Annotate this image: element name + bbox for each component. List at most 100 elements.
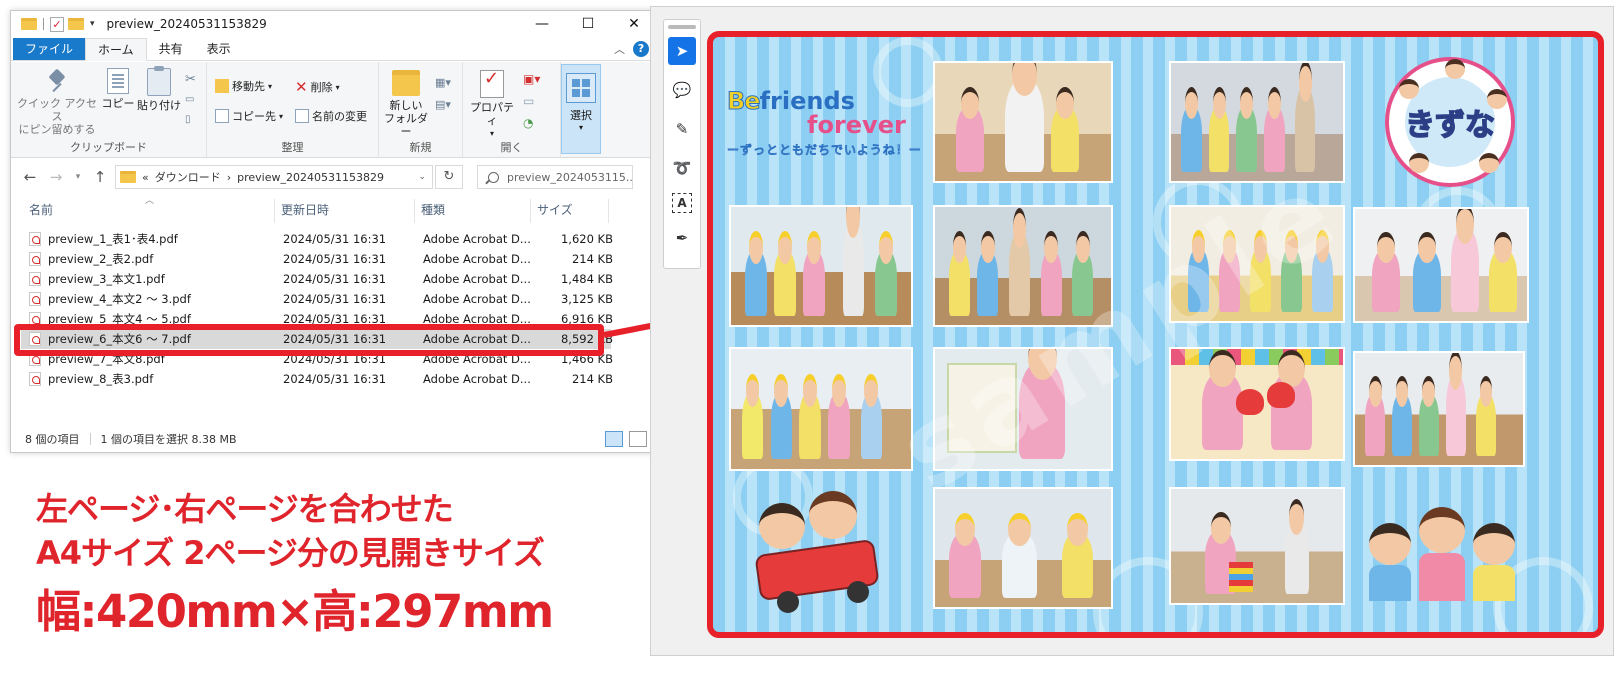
search-input[interactable]: preview_2024053115... <box>477 165 633 189</box>
new-folder-label-line1: 新しい <box>389 99 423 112</box>
copy-path-icon[interactable]: ▭ <box>185 90 196 110</box>
child-face-illustration <box>1487 89 1507 109</box>
column-date[interactable]: 更新日時 <box>275 199 415 223</box>
comment-icon[interactable]: 💬 <box>668 76 696 104</box>
status-bar: 8 個の項目 1 個の項目を選択 8.38 MB <box>11 426 657 452</box>
up-icon[interactable]: ↑ <box>89 168 111 186</box>
file-name: preview_1_表1･表4.pdf <box>48 232 178 246</box>
file-row[interactable]: preview_8_表3.pdf 2024/05/31 16:31 Adobe … <box>21 369 613 389</box>
file-row[interactable]: preview_3_本文1.pdf 2024/05/31 16:31 Adobe… <box>21 269 613 289</box>
select-button[interactable]: 選択 ▾ <box>561 64 601 154</box>
cut-icon[interactable]: ✂ <box>185 70 196 90</box>
minimize-icon[interactable]: — <box>519 11 565 37</box>
quick-access-dropdown-icon[interactable]: ▾ <box>90 19 95 29</box>
copy-to-button[interactable]: コピー先 ▾ <box>215 108 283 124</box>
refresh-icon[interactable]: ↻ <box>435 165 463 189</box>
back-icon[interactable]: ← <box>19 168 41 186</box>
album-photo <box>1169 61 1345 183</box>
kids-bus-illustration <box>737 487 887 613</box>
details-view-icon[interactable] <box>605 431 623 447</box>
new-folder-quick-icon[interactable] <box>68 18 84 30</box>
caption-size: 幅:420mm×高:297mm <box>36 585 554 638</box>
file-row[interactable]: preview_2_表2.pdf 2024/05/31 16:31 Adobe … <box>21 249 613 269</box>
column-name[interactable]: 名前 <box>23 199 275 223</box>
column-headers: ︿ 名前 更新日時 種類 サイズ <box>11 196 657 223</box>
paste-shortcut-icon[interactable]: ▯ <box>185 110 196 130</box>
file-size: 1,484 KB <box>560 272 613 286</box>
history-icon[interactable]: ◔ <box>523 112 540 134</box>
tab-view[interactable]: 表示 <box>195 38 243 60</box>
forward-icon[interactable]: → <box>45 168 67 186</box>
breadcrumb-prefix: « <box>142 170 149 184</box>
column-size[interactable]: サイズ <box>531 199 609 223</box>
large-icons-view-icon[interactable] <box>629 431 647 447</box>
new-folder-icon <box>392 70 420 96</box>
select-icon <box>566 73 596 103</box>
sign-icon[interactable]: ✒ <box>668 224 696 252</box>
badge-text: きずな <box>1404 107 1496 144</box>
folder-icon <box>120 171 136 183</box>
highlight-box <box>14 324 604 356</box>
file-type: Adobe Acrobat D... <box>423 372 531 386</box>
column-type[interactable]: 種類 <box>415 199 531 223</box>
maximize-icon[interactable]: ☐ <box>565 11 611 37</box>
draw-icon[interactable]: ➰ <box>668 154 696 182</box>
address-box[interactable]: « ダウンロード › preview_20240531153829 ⌄ <box>115 165 433 189</box>
select-tool-icon[interactable]: ➤ <box>668 37 696 65</box>
screenshot-root: ✓ ▾ preview_20240531153829 — ☐ ✕ ファイル ホー… <box>0 0 1614 680</box>
rename-button[interactable]: 名前の変更 <box>295 108 367 124</box>
window-title: preview_20240531153829 <box>106 17 267 31</box>
file-row[interactable]: preview_1_表1･表4.pdf 2024/05/31 16:31 Ado… <box>21 229 613 249</box>
breadcrumb-downloads[interactable]: ダウンロード <box>155 169 221 185</box>
child-face-illustration <box>1479 153 1499 173</box>
recent-dropdown-icon[interactable]: ▾ <box>67 172 89 182</box>
caption-line-1: 左ページ･右ページを合わせた <box>36 490 454 528</box>
tab-share[interactable]: 共有 <box>147 38 195 60</box>
logo-be: Be <box>727 87 762 116</box>
paste-button[interactable]: 貼り付け <box>137 66 181 112</box>
album-spread-page: Befriends forever ーずっとともだちでいようね！ー きずな sa… <box>707 31 1604 638</box>
properties-icon <box>480 70 504 98</box>
delete-button[interactable]: ✕ 削除 ▾ <box>295 78 340 96</box>
file-date: 2024/05/31 16:31 <box>283 232 387 246</box>
item-count: 8 個の項目 <box>25 433 80 446</box>
file-row[interactable]: preview_4_本文2 ～ 3.pdf 2024/05/31 16:31 A… <box>21 289 613 309</box>
child-face-illustration <box>1399 79 1419 99</box>
file-date: 2024/05/31 16:31 <box>283 272 387 286</box>
selection-info: 1 個の項目を選択 8.38 MB <box>100 433 237 446</box>
tab-home[interactable]: ホーム <box>85 38 147 61</box>
search-icon <box>488 171 499 183</box>
rename-label: 名前の変更 <box>312 110 367 123</box>
pin-quick-access-button[interactable]: クイック アクセス にピン留めする <box>17 68 97 136</box>
file-size: 214 KB <box>571 372 613 386</box>
text-select-icon[interactable]: A <box>672 193 692 213</box>
tool-panel-grip[interactable] <box>668 25 696 29</box>
pdf-open-icon[interactable]: ▣▾ <box>523 68 540 90</box>
file-date: 2024/05/31 16:31 <box>283 292 387 306</box>
breadcrumb-preview-folder[interactable]: preview_20240531153829 <box>237 171 384 184</box>
delete-icon: ✕ <box>295 78 308 96</box>
new-folder-button[interactable]: 新しい フォルダー <box>383 70 429 138</box>
new-item-icon[interactable]: ▦▾ <box>435 72 451 94</box>
properties-button[interactable]: プロパティ ▾ <box>467 70 517 140</box>
help-icon[interactable]: ? <box>633 41 649 57</box>
collapse-ribbon-icon[interactable]: ︿ <box>614 41 625 57</box>
easy-access-icon[interactable]: ▤▾ <box>435 94 451 116</box>
new-group: 新しい フォルダー ▦▾ ▤▾ 新規 <box>379 62 463 158</box>
new-group-label: 新規 <box>409 141 432 154</box>
highlight-icon[interactable]: ✎ <box>668 115 696 143</box>
kids-group-illustration <box>1363 493 1523 603</box>
file-name: preview_8_表3.pdf <box>48 372 154 386</box>
file-date: 2024/05/31 16:31 <box>283 372 387 386</box>
paste-icon <box>147 66 171 96</box>
move-to-button[interactable]: 移動先 ▾ <box>215 78 272 94</box>
copy-button[interactable]: コピー <box>101 68 135 110</box>
edit-icon[interactable]: ▭ <box>523 90 540 112</box>
address-dropdown-icon[interactable]: ⌄ <box>418 172 426 182</box>
move-icon <box>215 79 229 93</box>
ribbon-tabs: ファイル ホーム 共有 表示 <box>11 38 657 61</box>
tab-file[interactable]: ファイル <box>13 38 86 60</box>
file-type: Adobe Acrobat D... <box>423 272 531 286</box>
file-name: preview_3_本文1.pdf <box>48 272 165 286</box>
checkmark-icon[interactable]: ✓ <box>50 16 64 32</box>
